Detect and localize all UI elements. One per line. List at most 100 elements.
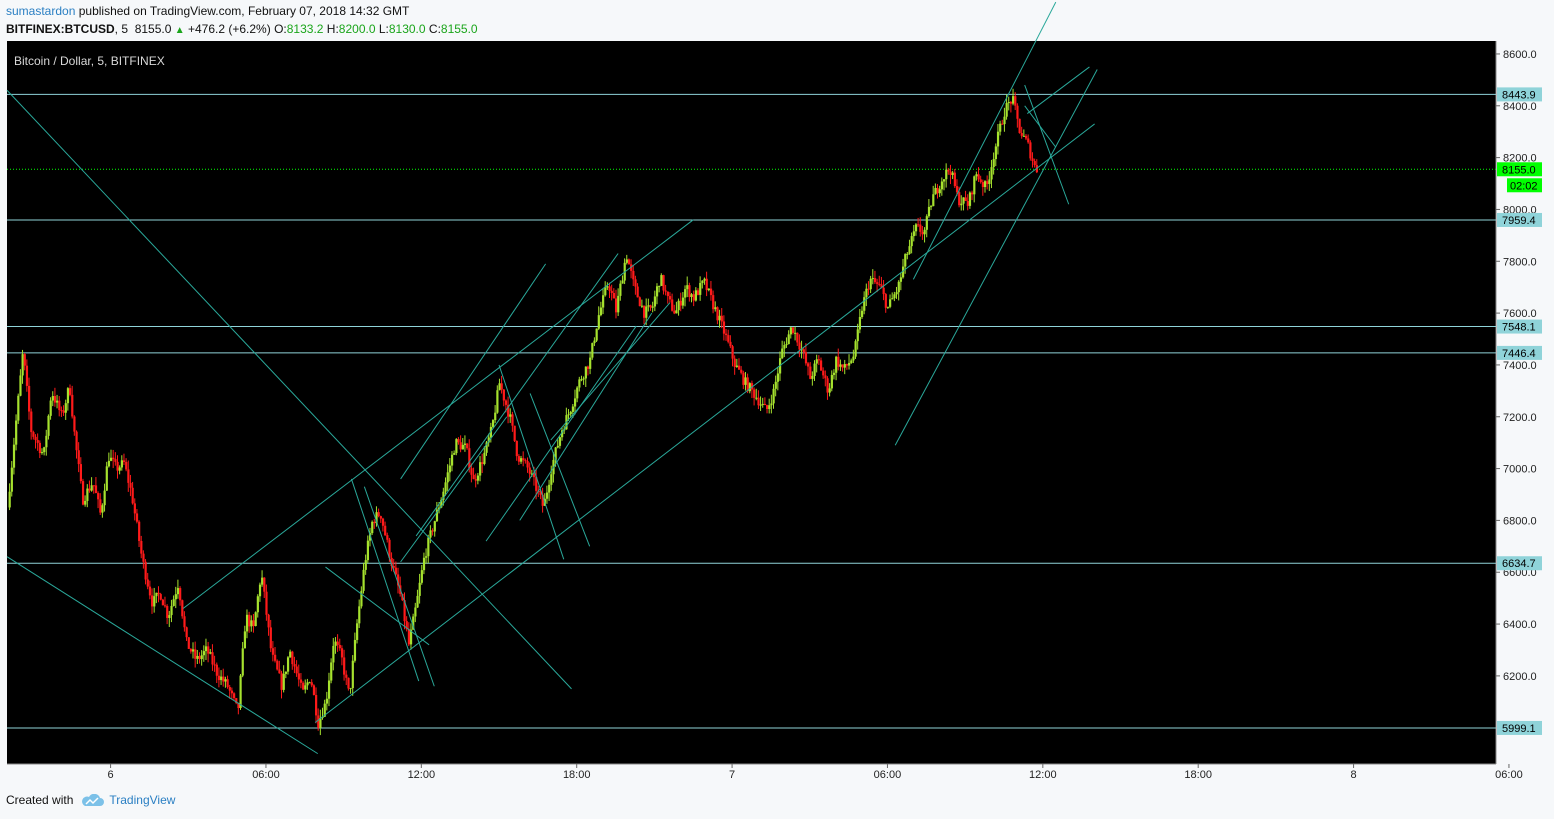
candle-body [919, 224, 922, 232]
candle-body [17, 395, 20, 421]
y-tick-label: 7600.0 [1503, 308, 1537, 320]
candle-body [573, 398, 577, 407]
candle-body [1005, 103, 1008, 117]
candle-body [908, 246, 911, 254]
time-axis[interactable] [7, 764, 1496, 783]
candle-body [461, 444, 464, 450]
candle-body [269, 627, 272, 649]
candle-body [988, 179, 991, 184]
candle-body [293, 664, 296, 667]
candle-body [647, 305, 650, 307]
candle-body [161, 599, 165, 606]
candle-body [204, 646, 208, 652]
candle-body [774, 381, 777, 389]
candle-body [381, 518, 385, 526]
candle-body [364, 560, 367, 570]
candlestick-chart[interactable]: Bitcoin / Dollar, 5, BITFINEX 6200.0 6400… [0, 0, 1554, 790]
candle-body [284, 671, 288, 674]
candle-body [517, 456, 521, 462]
candle-body [766, 405, 769, 410]
candle-body [640, 305, 644, 307]
candle-body [366, 540, 370, 561]
candle-body [43, 447, 46, 453]
candle-body [189, 648, 193, 652]
candle-body [347, 677, 350, 689]
candle-body [966, 201, 969, 206]
candle-body [692, 294, 695, 301]
candle-body [133, 503, 136, 514]
candle-body [545, 492, 549, 499]
candle-body [351, 660, 354, 689]
candle-body [483, 452, 486, 464]
candle-body [664, 290, 667, 292]
x-tick-label: 7 [729, 769, 735, 781]
candle-body [474, 479, 477, 481]
candle-body [131, 487, 134, 504]
tradingview-cloud-icon [82, 793, 105, 806]
candle-body [705, 278, 708, 291]
y-tick-label: 6800.0 [1503, 515, 1537, 527]
candle-body [23, 354, 26, 366]
candle-body [47, 415, 50, 436]
candle-body [701, 280, 704, 283]
candle-body [194, 649, 197, 659]
candle-body [325, 698, 329, 704]
candle-body [481, 462, 484, 464]
candle-body [681, 297, 685, 306]
x-tick-label: 06:00 [1495, 769, 1523, 781]
candle-body [910, 236, 913, 247]
candle-body [1027, 138, 1030, 143]
candle-body [804, 352, 808, 364]
candle-body [610, 290, 613, 294]
candle-body [822, 370, 825, 376]
candle-body [192, 649, 195, 652]
candle-body [1024, 135, 1028, 139]
candle-body [996, 131, 1000, 147]
candle-body [520, 458, 523, 462]
candle-body [578, 379, 581, 388]
candle-body [112, 457, 115, 460]
candle-body [86, 488, 89, 501]
candle-body [200, 655, 203, 660]
candle-body [673, 310, 676, 314]
candle-body [267, 614, 270, 628]
tradingview-link[interactable]: TradingView [109, 793, 175, 807]
candle-body [655, 286, 659, 297]
candle-body [317, 715, 320, 728]
candle-body [146, 579, 149, 587]
candle-body [420, 570, 423, 583]
plot-area[interactable] [7, 41, 1496, 764]
candle-body [1003, 116, 1006, 125]
candle-body [584, 366, 587, 379]
candle-body [593, 340, 596, 344]
candle-body [921, 231, 924, 235]
candle-body [153, 596, 156, 607]
candle-body [912, 231, 915, 237]
candle-body [696, 290, 700, 295]
candle-body [679, 300, 682, 306]
candle-body [686, 285, 689, 290]
candle-body [973, 176, 976, 195]
candle-body [125, 461, 128, 470]
candle-body [207, 646, 210, 654]
candle-body [138, 521, 141, 542]
candle-body [209, 652, 212, 654]
candle-body [224, 679, 227, 682]
candle-body [81, 481, 85, 505]
candle-body [248, 614, 251, 627]
candle-body [466, 443, 469, 449]
level-price-label: 8443.9 [1502, 89, 1536, 101]
candle-body [166, 605, 169, 618]
candle-body [884, 294, 887, 308]
candle-body [699, 282, 702, 295]
candle-body [625, 259, 628, 263]
candle-body [550, 474, 553, 485]
candle-body [731, 346, 734, 359]
candle-body [576, 387, 579, 399]
candle-body [677, 300, 680, 311]
candle-body [934, 187, 937, 195]
candle-body [8, 491, 11, 508]
price-axis[interactable] [1496, 41, 1548, 764]
candle-body [340, 648, 344, 658]
candle-body [865, 288, 868, 298]
